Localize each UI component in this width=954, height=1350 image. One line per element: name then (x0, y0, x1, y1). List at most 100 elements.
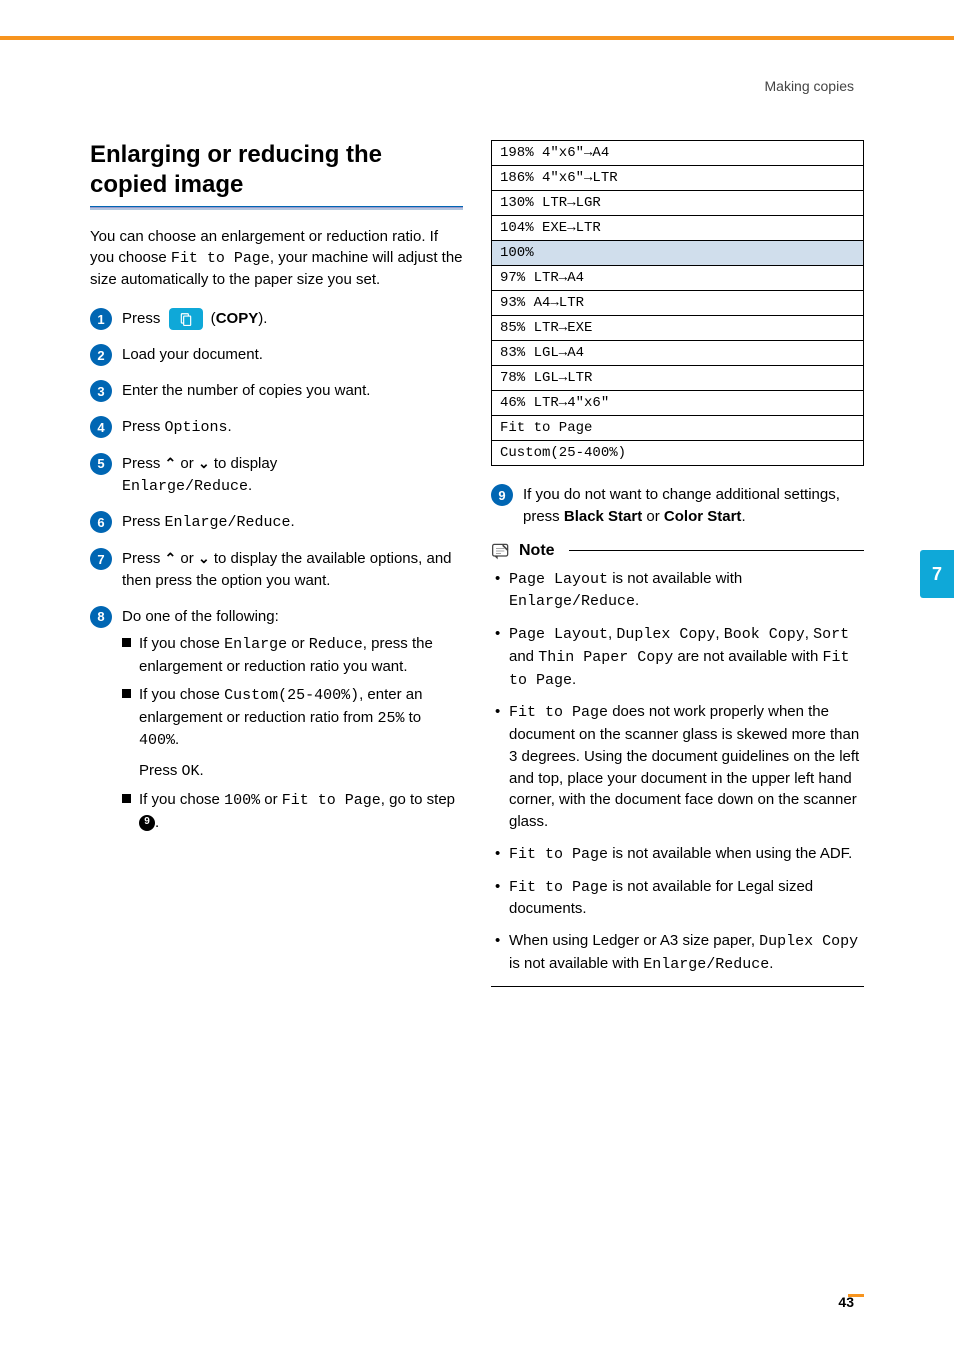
step-1: 1 Press (COPY). (90, 308, 463, 330)
n6-b: Duplex Copy (759, 933, 858, 950)
step-9-text: If you do not want to change additional … (523, 484, 864, 528)
n1-d: . (635, 592, 639, 609)
s8b2-g: . (175, 731, 179, 748)
ratio-cell: 83% LGL→A4 (492, 341, 864, 366)
chapter-tab: 7 (920, 550, 954, 598)
s8b2-d: 25% (377, 710, 404, 727)
n2-j: are not available with (673, 648, 822, 665)
square-bullet-icon (122, 638, 131, 647)
s6-b: Enlarge/Reduce (165, 514, 291, 531)
ratio-cell: 198% 4"x6"→A4 (492, 141, 864, 166)
s8b2-j: . (200, 762, 204, 779)
n2-d: , (715, 625, 723, 642)
s8-intro: Do one of the following: (122, 606, 463, 628)
s1-c: COPY (216, 310, 259, 327)
ratio-cell: 104% EXE→LTR (492, 216, 864, 241)
s8b1-c: or (287, 635, 309, 652)
s7-a: Press (122, 550, 165, 567)
step-7: 7 Press ⌃ or ⌄ to display the available … (90, 548, 463, 592)
n1-c: Enlarge/Reduce (509, 593, 635, 610)
s8b3-e: , go to step (381, 791, 455, 808)
s8b3-b: 100% (224, 792, 260, 809)
n5-a: Fit to Page (509, 879, 608, 896)
n6-a: When using Ledger or A3 size paper, (509, 932, 759, 949)
s1-a: Press (122, 310, 165, 327)
s8b3-d: Fit to Page (282, 792, 381, 809)
step-4-text: Press Options. (122, 416, 463, 439)
step-badge-3: 3 (90, 380, 112, 402)
step-badge-4: 4 (90, 416, 112, 438)
step-7-text: Press ⌃ or ⌄ to display the available op… (122, 548, 463, 592)
s5-c: to display (210, 455, 278, 472)
ratio-cell: 93% A4→LTR (492, 291, 864, 316)
section-title: Enlarging or reducing the copied image (90, 140, 463, 200)
intro-paragraph: You can choose an enlargement or reducti… (90, 226, 463, 290)
s6-c: . (291, 513, 295, 530)
s8b3-c: or (260, 791, 282, 808)
step-badge-6: 6 (90, 511, 112, 533)
s8b3-a: If you chose (139, 791, 224, 808)
n6-e: . (769, 955, 773, 972)
note-list: Page Layout is not available with Enlarg… (491, 568, 864, 976)
step-1-text: Press (COPY). (122, 308, 463, 330)
s8b2-b: Custom(25-400%) (224, 687, 359, 704)
n6-c: is not available with (509, 955, 643, 972)
note-item-6: When using Ledger or A3 size paper, Dupl… (495, 930, 864, 976)
n2-e: Book Copy (724, 626, 805, 643)
s6-a: Press (122, 513, 165, 530)
n6-d: Enlarge/Reduce (643, 956, 769, 973)
ratio-cell: 85% LTR→EXE (492, 316, 864, 341)
s1-d: ). (258, 310, 267, 327)
ratio-table: 198% 4"x6"→A4186% 4"x6"→LTR130% LTR→LGR1… (491, 140, 864, 466)
s4-a: Press (122, 418, 165, 435)
s9-e: . (741, 508, 745, 525)
copy-button-icon (169, 308, 203, 330)
s5-d: Enlarge/Reduce (122, 478, 248, 495)
content-area: Enlarging or reducing the copied image Y… (90, 140, 864, 1290)
s8b2-a: If you chose (139, 686, 224, 703)
step-2: 2 Load your document. (90, 344, 463, 366)
ratio-cell: 186% 4"x6"→LTR (492, 166, 864, 191)
step-8: 8 Do one of the following: If you chose … (90, 606, 463, 840)
s1-b: ( (207, 310, 216, 327)
note-item-4: Fit to Page is not available when using … (495, 843, 864, 866)
step-6-text: Press Enlarge/Reduce. (122, 511, 463, 534)
step-badge-9: 9 (491, 484, 513, 506)
s9-b: Black Start (564, 508, 642, 525)
n2-h: and (509, 648, 538, 665)
running-header: Making copies (765, 78, 855, 94)
step-3-text: Enter the number of copies you want. (122, 380, 463, 402)
s8b1-b: Enlarge (224, 636, 287, 653)
title-rule (90, 206, 463, 208)
down-arrow-icon: ⌄ (198, 455, 210, 471)
ratio-cell: 97% LTR→A4 (492, 266, 864, 291)
ratio-cell: 46% LTR→4"x6" (492, 391, 864, 416)
note-bottom-rule (491, 986, 864, 987)
note-item-1: Page Layout is not available with Enlarg… (495, 568, 864, 614)
left-column: Enlarging or reducing the copied image Y… (90, 140, 463, 1290)
square-bullet-icon (122, 689, 131, 698)
n3-b: does not work properly when the document… (509, 703, 859, 830)
s5-b: or (176, 455, 198, 472)
n2-f: , (805, 625, 813, 642)
s8b2-e: to (404, 709, 421, 726)
up-arrow-icon: ⌃ (165, 550, 177, 566)
top-rule (0, 36, 954, 40)
s8b2-f: 400% (139, 732, 175, 749)
note-item-2: Page Layout, Duplex Copy, Book Copy, Sor… (495, 623, 864, 691)
step-8-text: Do one of the following: If you chose En… (122, 606, 463, 840)
right-column: 198% 4"x6"→A4186% 4"x6"→LTR130% LTR→LGR1… (491, 140, 864, 1290)
ratio-cell: Fit to Page (492, 416, 864, 441)
step-badge-1: 1 (90, 308, 112, 330)
s8b2-h: Press (139, 762, 182, 779)
step-badge-8: 8 (90, 606, 112, 628)
step-8-bullet-2: If you chose Custom(25-400%), enter an e… (122, 684, 463, 783)
note-item-3: Fit to Page does not work properly when … (495, 701, 864, 833)
s9-c: or (642, 508, 664, 525)
down-arrow-icon: ⌄ (198, 550, 210, 566)
n4-a: Fit to Page (509, 846, 608, 863)
step-4: 4 Press Options. (90, 416, 463, 439)
s5-a: Press (122, 455, 165, 472)
step-6: 6 Press Enlarge/Reduce. (90, 511, 463, 534)
up-arrow-icon: ⌃ (165, 455, 177, 471)
